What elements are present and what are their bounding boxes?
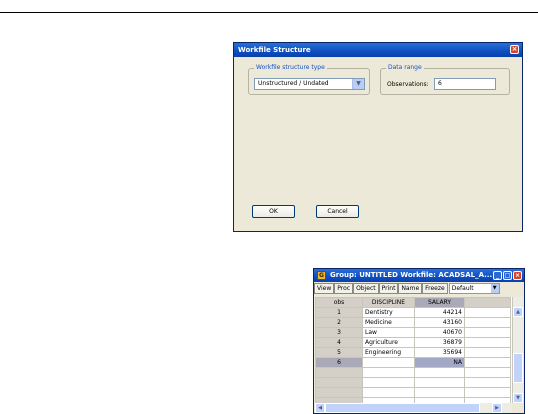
freeze-button[interactable]: Freeze xyxy=(422,283,448,294)
row-obs[interactable]: 2 xyxy=(315,317,363,328)
cell-salary[interactable]: 36879 xyxy=(414,337,465,348)
workfile-structure-dialog: Workfile Structure × Workfile structure … xyxy=(233,42,523,232)
cell-discipline[interactable]: Engineering xyxy=(362,347,415,358)
table-row: 3 Law 40670 xyxy=(315,327,511,338)
cell-salary[interactable] xyxy=(414,387,465,398)
cell-salary[interactable]: 35694 xyxy=(414,347,465,358)
cell-discipline[interactable]: Agriculture xyxy=(362,337,415,348)
row-obs[interactable]: 3 xyxy=(315,327,363,338)
cell-empty[interactable] xyxy=(464,307,511,318)
dialog-titlebar: Workfile Structure × xyxy=(234,43,522,57)
eviews-app-icon: G xyxy=(317,271,326,280)
cell-empty[interactable] xyxy=(464,377,511,388)
cell-salary[interactable] xyxy=(414,367,465,378)
table-row-empty xyxy=(315,367,511,378)
scroll-right-icon[interactable]: ▶ xyxy=(492,403,502,413)
cell-salary[interactable]: NA xyxy=(414,357,465,368)
minimize-icon[interactable]: _ xyxy=(493,271,502,280)
cell-salary[interactable]: 43160 xyxy=(414,317,465,328)
name-button[interactable]: Name xyxy=(398,283,423,294)
dialog-title: Workfile Structure xyxy=(238,46,311,54)
cell-discipline[interactable] xyxy=(362,357,415,368)
cell-discipline[interactable] xyxy=(362,377,415,388)
structure-type-legend: Workfile structure type xyxy=(254,64,327,72)
display-format-value: Default xyxy=(451,285,474,292)
scroll-down-icon[interactable]: ▼ xyxy=(513,393,523,403)
scroll-left-icon[interactable]: ◀ xyxy=(315,403,325,413)
cell-empty[interactable] xyxy=(464,327,511,338)
cell-salary[interactable]: 44214 xyxy=(414,307,465,318)
close-icon[interactable]: × xyxy=(513,271,522,280)
chevron-down-icon[interactable]: ▼ xyxy=(490,284,499,293)
data-range-legend: Data range xyxy=(386,64,424,72)
cell-discipline[interactable] xyxy=(362,387,415,398)
vertical-scrollbar[interactable]: ▲ ▼ xyxy=(512,297,523,403)
table-row: 5 Engineering 35694 xyxy=(315,347,511,358)
cell-salary[interactable] xyxy=(414,377,465,388)
row-obs[interactable]: 1 xyxy=(315,307,363,318)
cell-empty[interactable] xyxy=(464,357,511,368)
cell-empty[interactable] xyxy=(464,387,511,398)
maximize-icon[interactable]: □ xyxy=(503,271,512,280)
data-range-group: Data range Observations: 6 xyxy=(380,64,510,95)
display-format-select[interactable]: Default ▼ xyxy=(448,283,500,294)
row-obs[interactable]: 5 xyxy=(315,347,363,358)
column-header-salary[interactable]: SALARY xyxy=(414,297,465,308)
horizontal-scrollbar[interactable]: ◀ ▶ xyxy=(315,403,512,413)
row-obs[interactable] xyxy=(315,377,363,388)
horizontal-scroll-thumb[interactable] xyxy=(325,403,480,413)
table-row: 4 Agriculture 36879 xyxy=(315,337,511,348)
cell-discipline[interactable]: Dentistry xyxy=(362,307,415,318)
table-row-empty xyxy=(315,377,511,388)
table-row: 1 Dentistry 44214 xyxy=(315,307,511,318)
column-header-discipline[interactable]: DISCIPLINE xyxy=(362,297,415,308)
close-icon[interactable]: × xyxy=(510,45,519,54)
cell-salary[interactable]: 40670 xyxy=(414,327,465,338)
vertical-scroll-thumb[interactable] xyxy=(513,353,523,383)
data-table: obs DISCIPLINE SALARY 1 Dentistry 44214 … xyxy=(315,297,511,403)
column-header-empty[interactable] xyxy=(464,297,511,308)
ok-button[interactable]: OK xyxy=(252,205,295,218)
table-row-empty xyxy=(315,387,511,398)
cell-discipline[interactable] xyxy=(362,367,415,378)
row-obs[interactable]: 4 xyxy=(315,337,363,348)
group-toolbar: View Proc Object Print Name Freeze Defau… xyxy=(314,282,524,296)
row-obs[interactable] xyxy=(315,387,363,398)
observations-label: Observations: xyxy=(387,81,429,88)
structure-type-select[interactable]: Unstructured / Undated ▼ xyxy=(254,78,365,90)
group-window: G Group: UNTITLED Workfile: ACADSAL_A...… xyxy=(313,268,525,414)
object-button[interactable]: Object xyxy=(353,283,379,294)
cell-empty[interactable] xyxy=(464,367,511,378)
cell-empty[interactable] xyxy=(464,347,511,358)
observations-input[interactable]: 6 xyxy=(434,78,496,90)
cancel-button[interactable]: Cancel xyxy=(316,205,359,218)
cell-discipline[interactable]: Law xyxy=(362,327,415,338)
row-obs[interactable]: 6 xyxy=(315,357,363,368)
spreadsheet[interactable]: obs DISCIPLINE SALARY 1 Dentistry 44214 … xyxy=(315,297,512,403)
group-window-titlebar: G Group: UNTITLED Workfile: ACADSAL_A...… xyxy=(314,269,524,282)
chevron-down-icon[interactable]: ▼ xyxy=(352,79,364,89)
scroll-up-icon[interactable]: ▲ xyxy=(513,307,523,317)
top-divider xyxy=(0,12,538,13)
column-header-obs[interactable]: obs xyxy=(315,297,363,308)
table-row-selected: 6 NA xyxy=(315,357,511,368)
structure-type-group: Workfile structure type Unstructured / U… xyxy=(248,64,370,95)
cell-discipline[interactable]: Medicine xyxy=(362,317,415,328)
print-button[interactable]: Print xyxy=(378,283,399,294)
cell-empty[interactable] xyxy=(464,337,511,348)
header-row: obs DISCIPLINE SALARY xyxy=(315,297,511,308)
row-obs[interactable] xyxy=(315,367,363,378)
view-button[interactable]: View xyxy=(314,283,335,294)
cell-empty[interactable] xyxy=(464,317,511,328)
table-row: 2 Medicine 43160 xyxy=(315,317,511,328)
group-window-title: Group: UNTITLED Workfile: ACADSAL_A... xyxy=(330,271,493,279)
proc-button[interactable]: Proc xyxy=(334,283,354,294)
structure-type-value: Unstructured / Undated xyxy=(258,80,329,87)
